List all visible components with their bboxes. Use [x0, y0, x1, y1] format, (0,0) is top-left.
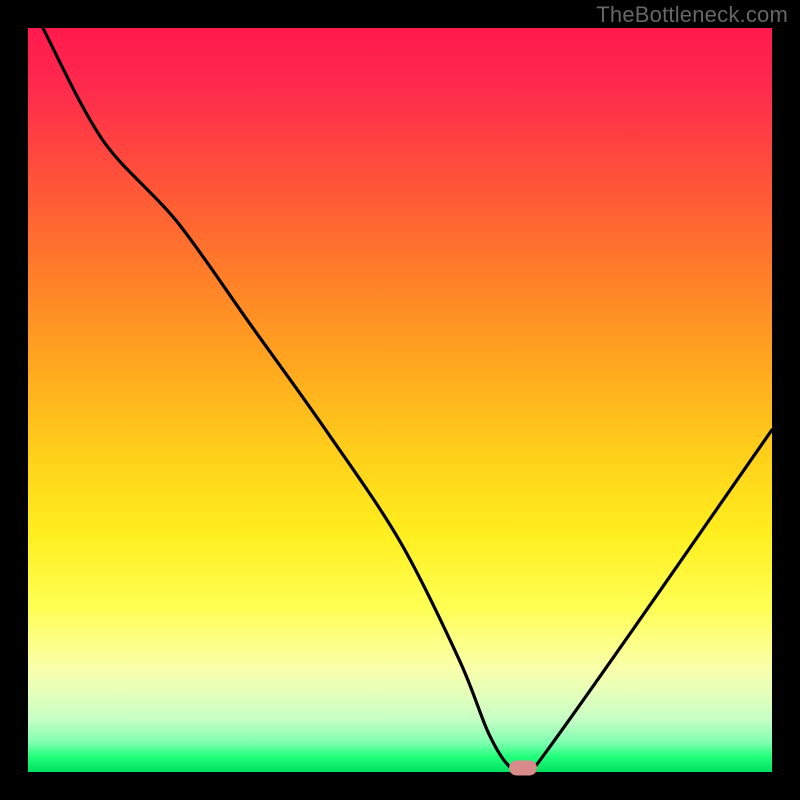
- plot-area: [28, 28, 772, 772]
- watermark-text: TheBottleneck.com: [596, 2, 788, 28]
- optimal-point-marker: [509, 761, 537, 776]
- bottleneck-curve: [28, 28, 772, 772]
- chart-frame: TheBottleneck.com: [0, 0, 800, 800]
